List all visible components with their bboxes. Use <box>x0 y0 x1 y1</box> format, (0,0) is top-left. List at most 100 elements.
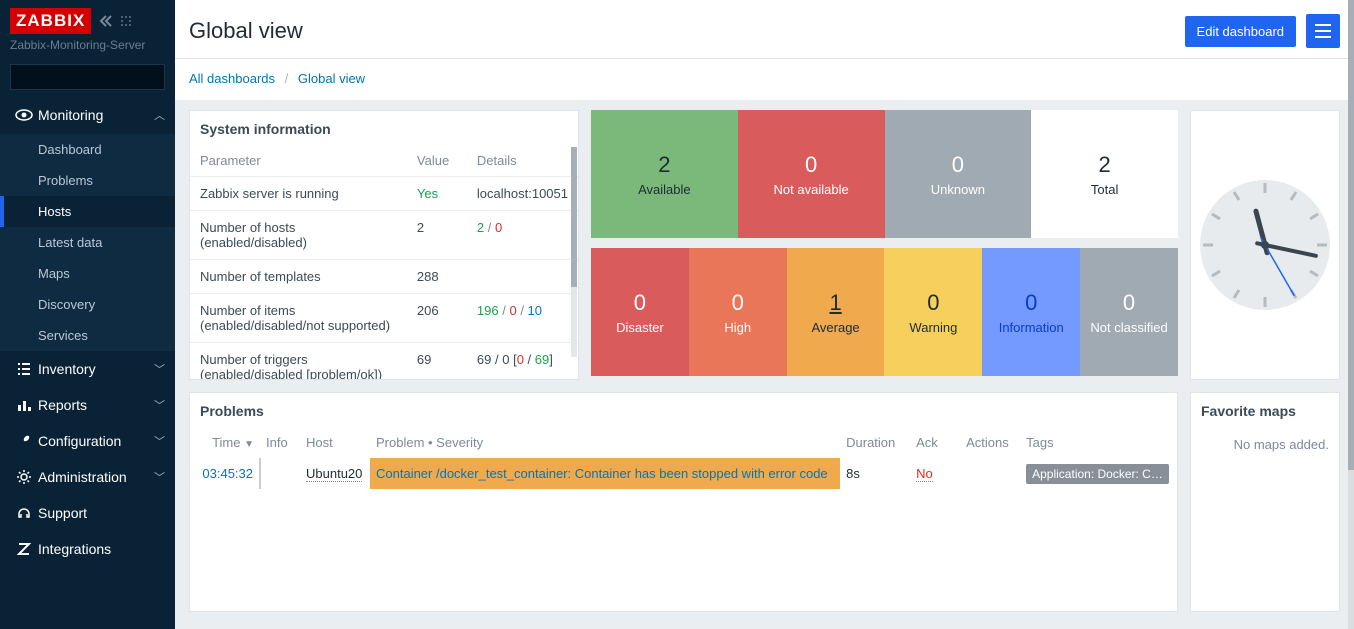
nav-support[interactable]: Support <box>0 495 175 531</box>
sysinfo-row: Zabbix server is runningYeslocalhost:100… <box>190 177 578 211</box>
tile-count: 2 <box>658 152 670 178</box>
problems-header[interactable]: Time ▼ <box>190 427 260 458</box>
sysinfo-value: 69 <box>407 343 467 381</box>
nav-administration[interactable]: Administration ﹀ <box>0 459 175 495</box>
sidebar-item-latest-data[interactable]: Latest data <box>0 227 175 258</box>
nav-configuration-label: Configuration <box>38 433 154 449</box>
problems-header[interactable]: Info <box>260 427 300 458</box>
nav-inventory[interactable]: Inventory ﹀ <box>0 351 175 387</box>
problems-header[interactable]: Actions <box>960 427 1020 458</box>
clock-face <box>1195 175 1335 315</box>
dashboard-grid: System information Parameter Value Detai… <box>175 100 1354 622</box>
expand-dots-icon[interactable] <box>119 14 133 28</box>
tile-warning[interactable]: 0Warning <box>884 248 982 376</box>
nav-configuration[interactable]: Configuration ﹀ <box>0 423 175 459</box>
sysinfo-details: 2 / 0 <box>467 211 578 260</box>
system-information-title: System information <box>190 111 578 145</box>
nav-integrations[interactable]: Integrations <box>0 531 175 567</box>
sysinfo-row: Number of hosts (enabled/disabled)22 / 0 <box>190 211 578 260</box>
tile-not-classified[interactable]: 0Not classified <box>1080 248 1178 376</box>
dashboard-menu-button[interactable] <box>1306 14 1340 48</box>
chevron-down-icon: ﹀ <box>154 361 165 377</box>
problem-tags[interactable]: Application: Docker: C… <box>1020 458 1177 489</box>
sysinfo-details: localhost:10051 <box>467 177 578 211</box>
system-information-panel: System information Parameter Value Detai… <box>189 110 579 380</box>
sidebar-item-problems[interactable]: Problems <box>0 165 175 196</box>
breadcrumb-separator: / <box>285 71 289 86</box>
problem-actions <box>960 458 1020 489</box>
sidebar-item-services[interactable]: Services <box>0 320 175 351</box>
sidebar-header: ZABBIX Zabbix-Monitoring-Server <box>0 0 175 56</box>
tile-label: High <box>724 320 751 335</box>
tile-label: Disaster <box>616 320 664 335</box>
problem-host[interactable]: Ubuntu20 <box>300 458 370 489</box>
sysinfo-param: Number of hosts (enabled/disabled) <box>190 211 407 260</box>
tile-information[interactable]: 0Information <box>982 248 1080 376</box>
breadcrumb-all-dashboards[interactable]: All dashboards <box>189 71 275 86</box>
sysinfo-scrollbar[interactable] <box>571 147 577 357</box>
sysinfo-details: 196 / 0 / 10 <box>467 294 578 343</box>
search-input[interactable] <box>17 70 172 84</box>
sysinfo-header-parameter: Parameter <box>190 145 407 177</box>
tile-count: 0 <box>927 290 939 316</box>
sidebar-item-maps[interactable]: Maps <box>0 258 175 289</box>
problems-header[interactable]: Duration <box>840 427 910 458</box>
breadcrumb-global-view[interactable]: Global view <box>298 71 365 86</box>
tile-unknown[interactable]: 0Unknown <box>885 110 1032 238</box>
server-name: Zabbix-Monitoring-Server <box>10 38 165 52</box>
nav-inventory-label: Inventory <box>38 361 154 377</box>
tile-count: 1 <box>829 290 841 316</box>
problem-info <box>260 458 300 489</box>
sidebar-item-discovery[interactable]: Discovery <box>0 289 175 320</box>
nav-monitoring[interactable]: Monitoring ︿ <box>0 96 175 134</box>
tile-not-available[interactable]: 0Not available <box>738 110 885 238</box>
search-box[interactable] <box>10 64 165 90</box>
problems-header[interactable]: Problem • Severity <box>370 427 840 458</box>
list-icon <box>10 361 38 377</box>
status-tiles: 2Available0Not available0Unknown2Total 0… <box>591 110 1178 380</box>
sysinfo-value: 206 <box>407 294 467 343</box>
edit-dashboard-button[interactable]: Edit dashboard <box>1185 16 1296 47</box>
nav-integrations-label: Integrations <box>38 541 165 557</box>
sysinfo-param: Number of triggers (enabled/disabled [pr… <box>190 343 407 381</box>
clock-panel <box>1190 110 1340 380</box>
logo[interactable]: ZABBIX <box>10 8 91 34</box>
favorite-maps-panel: Favorite maps No maps added. <box>1190 392 1340 612</box>
tile-label: Not classified <box>1090 320 1167 335</box>
tile-total[interactable]: 2Total <box>1031 110 1178 238</box>
tile-count: 0 <box>1025 290 1037 316</box>
tile-average[interactable]: 1 Average <box>787 248 885 376</box>
sysinfo-row: Number of triggers (enabled/disabled [pr… <box>190 343 578 381</box>
chevron-down-icon: ﹀ <box>154 397 165 413</box>
sidebar-item-dashboard[interactable]: Dashboard <box>0 134 175 165</box>
page-scrollbar[interactable] <box>1348 0 1354 629</box>
sidebar-nav: Monitoring ︿ DashboardProblemsHostsLates… <box>0 96 175 629</box>
tile-high[interactable]: 0High <box>689 248 787 376</box>
eye-icon <box>10 106 38 124</box>
chevron-up-icon: ︿ <box>154 107 165 123</box>
gear-icon <box>10 469 38 485</box>
tile-available[interactable]: 2 Available <box>591 110 738 238</box>
problems-header[interactable]: Ack <box>910 427 960 458</box>
problem-row: 03:45:32 Ubuntu20Container /docker_test_c… <box>190 458 1177 489</box>
problem-severity[interactable]: Container /docker_test_container: Contai… <box>370 458 840 489</box>
tile-label: Available <box>638 182 691 197</box>
problems-header[interactable]: Tags <box>1020 427 1177 458</box>
sidebar-item-hosts[interactable]: Hosts <box>0 196 175 227</box>
sysinfo-details: 69 / 0 [0 / 69] <box>467 343 578 381</box>
chevron-down-icon: ﹀ <box>154 433 165 449</box>
nav-reports[interactable]: Reports ﹀ <box>0 387 175 423</box>
problems-header[interactable]: Host <box>300 427 370 458</box>
tile-label: Average <box>811 320 859 335</box>
tile-label: Not available <box>774 182 849 197</box>
sidebar: ZABBIX Zabbix-Monitoring-Server Monitori… <box>0 0 175 629</box>
tile-disaster[interactable]: 0Disaster <box>591 248 689 376</box>
problems-title: Problems <box>190 393 1177 427</box>
nav-support-label: Support <box>38 505 165 521</box>
page-title: Global view <box>189 18 1185 44</box>
nav-reports-label: Reports <box>38 397 154 413</box>
problem-time[interactable]: 03:45:32 <box>190 458 260 489</box>
collapse-icon[interactable] <box>97 14 115 28</box>
headset-icon <box>10 505 38 521</box>
problem-ack[interactable]: No <box>910 458 960 489</box>
